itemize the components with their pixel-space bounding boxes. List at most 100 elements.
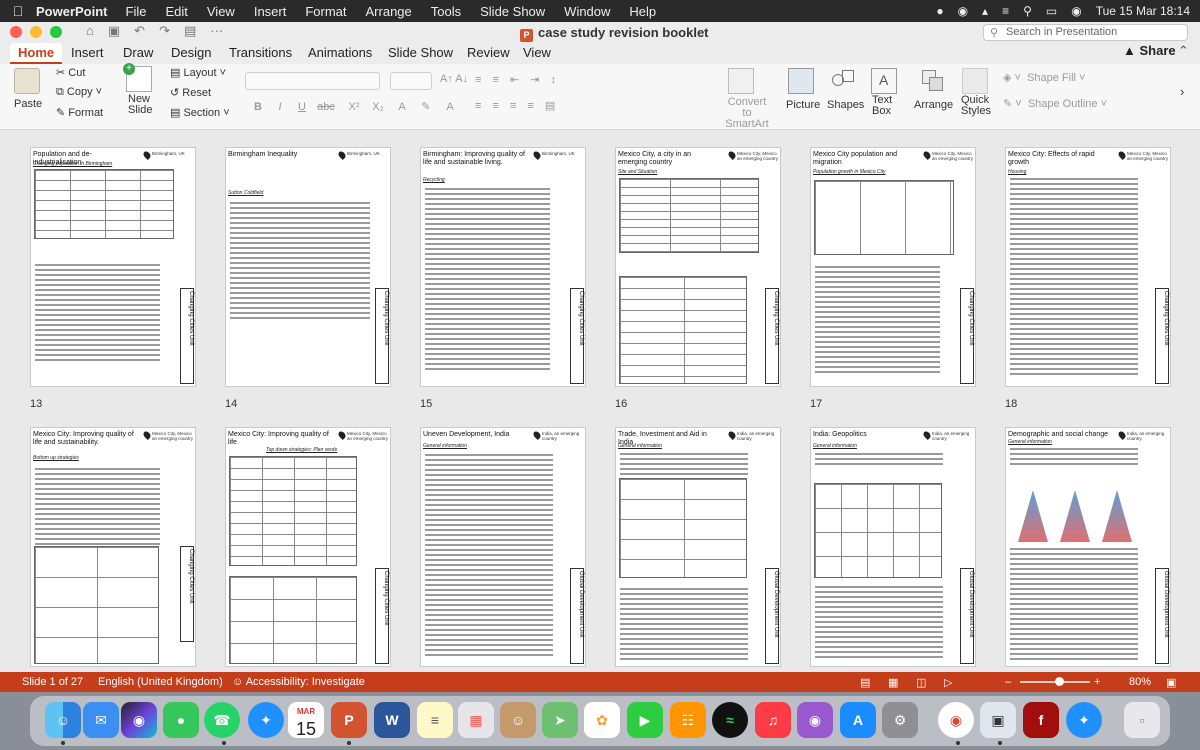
- fullscreen-window-button[interactable]: [50, 26, 62, 38]
- settings-icon[interactable]: ⚙: [882, 702, 918, 738]
- menu-format[interactable]: Format: [305, 4, 346, 19]
- podcasts-icon[interactable]: ◉: [797, 702, 833, 738]
- arrange-button[interactable]: Arrange: [914, 99, 953, 111]
- section-button[interactable]: ▤ Section ˅: [170, 106, 230, 119]
- tab-home[interactable]: Home: [10, 43, 63, 64]
- chrome-icon[interactable]: ◉: [938, 702, 974, 738]
- strikethrough-button[interactable]: abc: [316, 98, 336, 116]
- paste-icon[interactable]: [14, 68, 40, 94]
- appstore-icon[interactable]: A: [840, 702, 876, 738]
- paragraph-list-buttons[interactable]: ≡ ≡ ⇤ ⇥ ↕: [475, 73, 560, 86]
- picture-button[interactable]: Picture: [786, 99, 820, 111]
- zoom-level[interactable]: 80%: [1129, 676, 1151, 688]
- menu-window[interactable]: Window: [564, 4, 610, 19]
- save-icon[interactable]: ▣: [108, 23, 120, 39]
- shape-outline-button[interactable]: ✎ ˅ Shape Outline ˅: [1003, 97, 1107, 110]
- underline-button[interactable]: U: [292, 98, 312, 116]
- fit-to-window-icon[interactable]: ▣: [1166, 676, 1176, 689]
- subscript-button[interactable]: X₂: [368, 98, 388, 116]
- menu-arrange[interactable]: Arrange: [366, 4, 412, 19]
- font-size-select[interactable]: [390, 72, 432, 90]
- apple-icon[interactable]: : [0, 3, 36, 19]
- new-slide-button[interactable]: New Slide: [128, 94, 162, 116]
- language-status[interactable]: English (United Kingdom): [98, 676, 223, 688]
- notification-icon[interactable]: ◉: [958, 4, 968, 18]
- accessibility-status[interactable]: ☺ Accessibility: Investigate: [232, 676, 365, 688]
- powerpoint-icon[interactable]: P: [331, 702, 367, 738]
- reset-button[interactable]: ↺ Reset: [170, 86, 211, 99]
- slide-thumbnail[interactable]: India: Geopolitics India, an emerging co…: [810, 427, 976, 667]
- bold-button[interactable]: B: [248, 98, 268, 116]
- trash-icon[interactable]: ▫: [1124, 702, 1160, 738]
- more-icon[interactable]: ···: [210, 23, 223, 39]
- calendar-icon[interactable]: MAR 15: [288, 702, 324, 739]
- menu-tools[interactable]: Tools: [431, 4, 461, 19]
- slide-thumbnail[interactable]: Mexico City, a city in an emerging count…: [615, 147, 781, 387]
- tab-transitions[interactable]: Transitions: [229, 45, 292, 60]
- facetime-icon[interactable]: ▶: [627, 702, 663, 738]
- layout-button[interactable]: ▤ Layout ˅: [170, 66, 226, 79]
- finder-icon[interactable]: ☺: [45, 702, 81, 738]
- slide-thumbnail[interactable]: Birmingham Inequality Birmingham, UK Sut…: [225, 147, 391, 387]
- smartart-icon[interactable]: [728, 68, 754, 94]
- preview-icon[interactable]: ▣: [980, 702, 1016, 738]
- more-ribbon-icon[interactable]: ›: [1180, 84, 1184, 99]
- copy-button[interactable]: ⧉ Copy ˅: [56, 86, 102, 99]
- highlight-button[interactable]: ✎: [416, 98, 436, 116]
- font-size-buttons[interactable]: A↑ A↓: [440, 73, 468, 85]
- notes-icon[interactable]: ≡: [417, 702, 453, 738]
- font-color-button[interactable]: A: [392, 98, 412, 116]
- tab-review[interactable]: Review: [467, 45, 510, 60]
- paste-button[interactable]: Paste: [14, 98, 42, 110]
- tab-insert[interactable]: Insert: [71, 45, 104, 60]
- text-box-icon[interactable]: A: [871, 68, 897, 94]
- new-slide-icon[interactable]: +: [123, 63, 152, 92]
- slide-thumbnail[interactable]: Mexico City: Improving quality of life M…: [225, 427, 391, 667]
- italic-button[interactable]: I: [270, 98, 290, 116]
- whatsapp-icon[interactable]: ☎: [204, 702, 240, 738]
- close-window-button[interactable]: [10, 26, 22, 38]
- redo-icon[interactable]: ↷: [159, 23, 170, 39]
- picture-icon[interactable]: [788, 68, 814, 94]
- safari2-icon[interactable]: ✦: [1066, 702, 1102, 738]
- maps-icon[interactable]: ➤: [542, 702, 578, 738]
- shapes-icon[interactable]: [830, 68, 856, 94]
- tab-view[interactable]: View: [523, 45, 551, 60]
- normal-view-icon[interactable]: ▤: [860, 676, 870, 689]
- siri-icon[interactable]: ◉: [121, 702, 157, 738]
- share-button[interactable]: ▲ Share: [1123, 43, 1176, 58]
- alignment-buttons[interactable]: ≡ ≡ ≡ ≡ ▤: [475, 99, 559, 112]
- tab-slide-show[interactable]: Slide Show: [388, 45, 453, 60]
- contacts-icon[interactable]: ☺: [500, 702, 536, 738]
- slide-sorter-icon[interactable]: ▦: [888, 676, 898, 689]
- zoom-in-button[interactable]: +: [1094, 676, 1100, 688]
- search-input[interactable]: ⚲ Search in Presentation: [983, 24, 1188, 41]
- menu-insert[interactable]: Insert: [254, 4, 287, 19]
- quick-styles-icon[interactable]: [962, 68, 988, 94]
- mail-icon[interactable]: ✉: [83, 702, 119, 738]
- text-color-button[interactable]: A: [440, 98, 460, 116]
- control-center-icon[interactable]: ≡: [1002, 4, 1009, 18]
- spotlight-icon[interactable]: ⚲: [1023, 4, 1032, 18]
- font-name-select[interactable]: [245, 72, 380, 90]
- battery-icon[interactable]: ▭: [1046, 4, 1057, 18]
- format-painter-button[interactable]: ✎ Format: [56, 106, 103, 119]
- slideshow-view-icon[interactable]: ▷: [944, 676, 952, 689]
- superscript-button[interactable]: X²: [344, 98, 364, 116]
- cut-button[interactable]: ✂ Cut: [56, 66, 85, 79]
- shape-fill-button[interactable]: ◈ ˅ Shape Fill ˅: [1003, 71, 1085, 84]
- slide-thumbnail[interactable]: Trade, Investment and Aid in India India…: [615, 427, 781, 667]
- launchpad-icon[interactable]: ▦: [458, 702, 494, 738]
- slide-thumbnail[interactable]: Birmingham: Improving quality of life an…: [420, 147, 586, 387]
- tab-draw[interactable]: Draw: [123, 45, 153, 60]
- flash-icon[interactable]: f: [1023, 702, 1059, 738]
- clock[interactable]: Tue 15 Mar 18:14: [1096, 4, 1190, 18]
- menu-slide-show[interactable]: Slide Show: [480, 4, 545, 19]
- arrange-icon[interactable]: [920, 68, 946, 94]
- word-icon[interactable]: W: [374, 702, 410, 738]
- zoom-slider-handle[interactable]: [1055, 677, 1064, 686]
- minimize-window-button[interactable]: [30, 26, 42, 38]
- reading-view-icon[interactable]: ◫: [916, 676, 926, 689]
- quick-styles-button[interactable]: Quick Styles: [961, 95, 991, 117]
- safari-icon[interactable]: ✦: [248, 702, 284, 738]
